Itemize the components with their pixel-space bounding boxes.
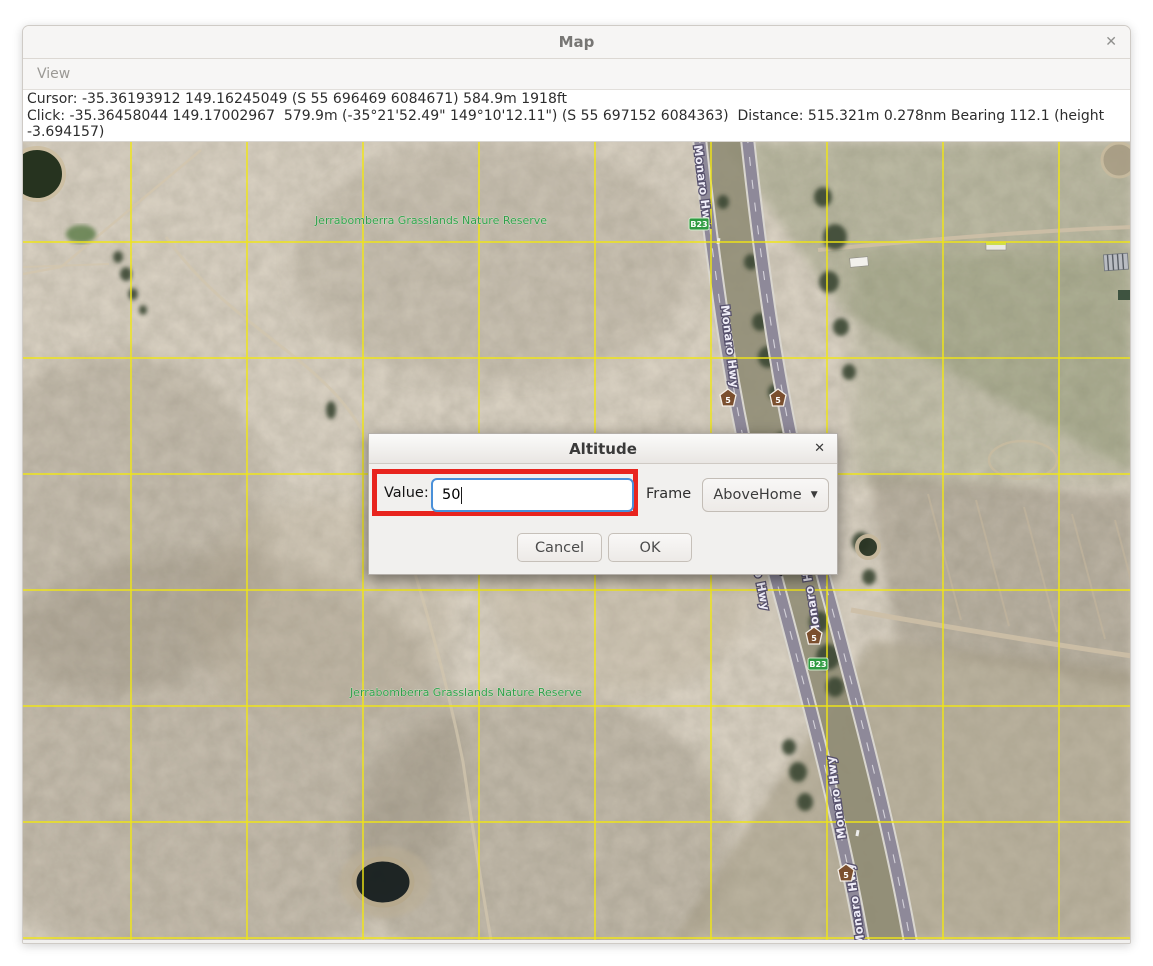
svg-text:5: 5 bbox=[843, 871, 849, 880]
window-titlebar[interactable]: Map ✕ bbox=[23, 26, 1130, 59]
frame-selected-value: AboveHome bbox=[713, 487, 801, 503]
altitude-dialog-close-icon[interactable]: ✕ bbox=[814, 434, 825, 463]
ok-button[interactable]: OK bbox=[608, 533, 692, 562]
window-footer bbox=[23, 940, 1130, 944]
menu-view[interactable]: View bbox=[29, 62, 78, 86]
value-label: Value: bbox=[384, 485, 429, 501]
altitude-value-input[interactable]: 50 bbox=[431, 478, 634, 512]
svg-text:B23: B23 bbox=[809, 660, 826, 669]
green-patch bbox=[66, 225, 96, 243]
menubar: View bbox=[23, 59, 1130, 90]
status-panel: Cursor: -35.36193912 149.16245049 (S 55 … bbox=[23, 90, 1130, 142]
reserve-label: Jerrabomberra Grasslands Nature Reserve bbox=[314, 214, 547, 227]
frame-dropdown[interactable]: AboveHome ▼ bbox=[702, 478, 829, 512]
click-status-text-wrap: -3.694157) bbox=[27, 124, 1126, 141]
svg-text:B23: B23 bbox=[690, 220, 707, 229]
frame-label: Frame bbox=[646, 486, 691, 502]
altitude-dialog-titlebar[interactable]: Altitude ✕ bbox=[369, 434, 837, 464]
text-caret bbox=[461, 487, 462, 504]
cursor-status-text: Cursor: -35.36193912 149.16245049 (S 55 … bbox=[27, 91, 1126, 108]
altitude-dialog-title: Altitude bbox=[569, 440, 637, 458]
cancel-button[interactable]: Cancel bbox=[517, 533, 602, 562]
window-close-icon[interactable]: ✕ bbox=[1105, 26, 1117, 58]
svg-text:5: 5 bbox=[775, 396, 781, 405]
altitude-value-text: 50 bbox=[442, 487, 460, 503]
window-title: Map bbox=[559, 33, 595, 51]
svg-text:5: 5 bbox=[811, 634, 817, 643]
click-status-text: Click: -35.36458044 149.17002967 579.9m … bbox=[27, 108, 1126, 125]
svg-text:5: 5 bbox=[725, 396, 731, 405]
reserve-label: Jerrabomberra Grasslands Nature Reserve bbox=[349, 686, 582, 699]
altitude-dialog: Altitude ✕ Value: 50 Frame AboveHome ▼ C… bbox=[368, 433, 838, 575]
chevron-down-icon: ▼ bbox=[811, 490, 818, 500]
